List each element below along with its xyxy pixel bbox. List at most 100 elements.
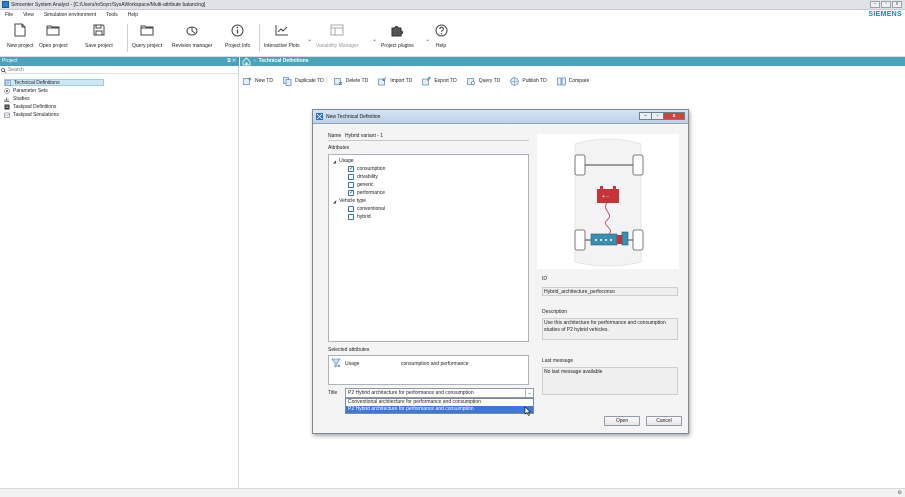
name-value[interactable]: Hybrid variant - 1: [345, 133, 383, 139]
menu-view[interactable]: View: [18, 12, 39, 18]
taskpad-definition-icon: [4, 104, 10, 109]
selected-attributes-label: Selected attributes: [328, 347, 370, 353]
new-td-button[interactable]: New TD: [243, 77, 273, 86]
dialog-title: New Technical Definition: [326, 113, 381, 120]
checkbox-checked[interactable]: [348, 165, 354, 172]
interactive-plots-button[interactable]: Interactive Plots: [264, 22, 300, 49]
checkbox-conventional[interactable]: conventional: [348, 206, 385, 212]
open-project-button[interactable]: Open project: [39, 22, 68, 49]
id-field[interactable]: Hybrid_architecture_perfoconso: [542, 287, 678, 296]
search-input[interactable]: [8, 67, 208, 73]
tree-item-taskpad-definitions[interactable]: Taskpad Definitions: [4, 103, 104, 110]
checkbox-unchecked[interactable]: [348, 206, 354, 212]
checkbox-label: conventional: [357, 206, 386, 212]
open-button[interactable]: Open: [604, 416, 640, 426]
checkbox-unchecked[interactable]: [348, 214, 354, 220]
home-icon[interactable]: [242, 57, 251, 66]
save-icon: [91, 22, 107, 38]
expand-triangle-icon[interactable]: ◢: [333, 199, 336, 204]
dialog-minimize-button[interactable]: –: [639, 112, 651, 120]
cancel-button[interactable]: Cancel: [646, 416, 682, 426]
project-info-button[interactable]: Project Info: [225, 22, 250, 49]
variability-manager-button[interactable]: Variability Manager: [316, 22, 358, 49]
puzzle-icon: [389, 22, 405, 38]
expand-triangle-icon[interactable]: ◢: [333, 159, 336, 164]
revision-manager-button[interactable]: Revision manager: [172, 22, 212, 49]
compare-icon: [556, 77, 566, 85]
menu-tools[interactable]: Tools: [101, 12, 123, 18]
p2-hybrid-vehicle-schematic: + −: [574, 138, 644, 267]
save-project-button[interactable]: Save project: [85, 22, 113, 49]
search-row: [1, 67, 238, 74]
title-option-p2-hybrid[interactable]: P2 Hybrid architecture for performance a…: [346, 406, 533, 413]
compare-button[interactable]: Compare: [556, 77, 589, 86]
tree-item-label: Parameter Sets: [13, 87, 48, 94]
checkbox-hybrid[interactable]: hybrid: [348, 214, 371, 220]
checkbox-unchecked[interactable]: [348, 174, 354, 180]
dialog-maximize-button[interactable]: ▫: [651, 112, 663, 120]
save-project-label: Save project: [85, 43, 113, 49]
publish-td-button[interactable]: Publish TD: [510, 76, 547, 86]
breadcrumb-current[interactable]: Technical Definitions: [259, 57, 309, 66]
import-icon: [378, 76, 387, 85]
chevron-down-icon[interactable]: ⌄: [372, 36, 377, 43]
settings-icon[interactable]: ⚙: [898, 490, 902, 496]
tree-node-usage[interactable]: ◢ Usage: [333, 158, 354, 164]
pin-close-icon[interactable]: ⧉ ✕: [227, 57, 236, 66]
ribbon-separator: [127, 24, 128, 52]
window-titlebar: Simcenter System Analyst - [C:/Users/ro5…: [0, 0, 905, 10]
query-project-button[interactable]: Query project: [132, 22, 162, 49]
menu-simulation-environment[interactable]: Simulation environment: [39, 12, 101, 18]
window-controls: – ▫ x: [870, 1, 902, 8]
project-panel-header: Project ⧉ ✕: [0, 57, 239, 66]
dialog-close-button[interactable]: x: [663, 112, 685, 120]
checkbox-drivability[interactable]: drivability: [348, 174, 378, 180]
import-td-label: Import TD: [390, 78, 413, 84]
help-button[interactable]: Help: [433, 22, 449, 49]
description-field[interactable]: Use this architecture for performance an…: [542, 318, 678, 340]
project-plugins-button[interactable]: Project plugins: [381, 22, 414, 49]
checkbox-label: hybrid: [357, 214, 371, 220]
checkbox-performance[interactable]: performance: [348, 189, 386, 196]
new-td-icon: [243, 77, 252, 85]
minimize-button[interactable]: –: [870, 1, 880, 8]
tree-node-vehicle-type[interactable]: ◢ Vehicle type: [333, 198, 366, 204]
help-icon: [433, 22, 449, 38]
close-button[interactable]: x: [892, 1, 902, 8]
interactive-plots-label: Interactive Plots: [264, 43, 300, 49]
query-td-button[interactable]: Query TD: [466, 77, 500, 86]
chevron-down-icon[interactable]: ⌄: [525, 389, 533, 397]
menu-file[interactable]: File: [0, 12, 18, 18]
tree-item-label: Technical Definitions: [14, 79, 60, 86]
menu-help[interactable]: Help: [123, 12, 143, 18]
dialog-titlebar[interactable]: New Technical Definition – ▫ x: [313, 110, 688, 124]
chevron-down-icon[interactable]: ⌄: [425, 36, 430, 43]
new-technical-definition-dialog: New Technical Definition – ▫ x Name Hybr…: [312, 109, 689, 434]
window-title: Simcenter System Analyst - [C:/Users/ro5…: [11, 1, 206, 8]
tree-item-taskpad-simulations[interactable]: Taskpad Simulations: [4, 111, 104, 118]
last-message-label: Last message: [542, 358, 574, 364]
dialog-app-icon: [316, 113, 323, 120]
checkbox-consumption[interactable]: consumption: [348, 165, 385, 172]
svg-text:+ −: + −: [602, 194, 609, 200]
checkbox-unchecked[interactable]: [348, 182, 354, 188]
chevron-down-icon[interactable]: ⌄: [307, 36, 312, 43]
tree-item-parameter-sets[interactable]: Parameter Sets: [4, 87, 104, 94]
import-td-button[interactable]: Import TD: [378, 76, 413, 86]
checkbox-generic[interactable]: generic: [348, 182, 373, 188]
export-td-button[interactable]: Export TD: [422, 76, 457, 86]
title-option-conventional[interactable]: Conventional architecture for performanc…: [346, 399, 533, 406]
delete-td-button[interactable]: Delete TD: [333, 77, 368, 86]
restore-button[interactable]: ▫: [881, 1, 891, 8]
tree-item-studies[interactable]: Studies: [4, 95, 104, 102]
new-project-button[interactable]: New project: [7, 22, 33, 49]
duplicate-td-button[interactable]: Duplicate TD: [283, 76, 324, 86]
ribbon: New project Open project Save project Qu…: [0, 20, 905, 57]
info-icon: [230, 22, 246, 38]
checkbox-checked[interactable]: [348, 189, 354, 196]
title-dropdown[interactable]: P2 Hybrid architecture for performance a…: [345, 388, 534, 398]
checkbox-label: performance: [357, 190, 386, 196]
name-label: Name: [328, 133, 342, 139]
revision-manager-label: Revision manager: [172, 43, 213, 49]
tree-item-technical-definitions[interactable]: Technical Definitions: [4, 79, 104, 86]
